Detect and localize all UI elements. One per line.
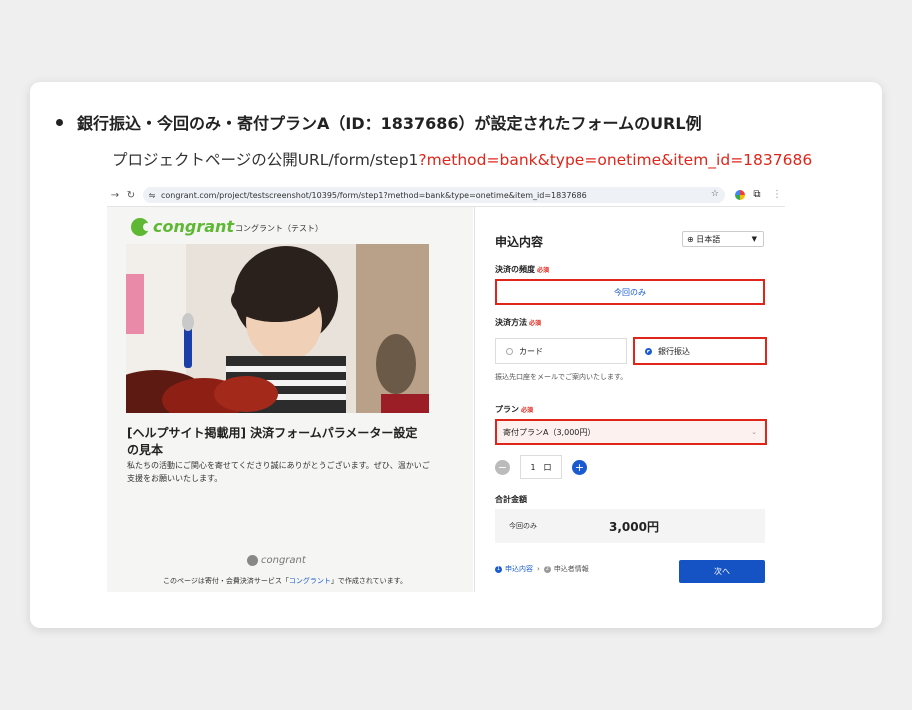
congrant-logo-icon <box>131 217 151 236</box>
plus-button[interactable]: + <box>572 459 587 475</box>
chevron-down-icon: ▼ <box>751 235 757 243</box>
address-bar[interactable]: ⇋ congrant.com/project/testscreenshot/10… <box>143 187 725 203</box>
page-description: 私たちの活動にご関心を寄せてくださり誠にありがとうございます。ぜひ、温かいご支援… <box>127 461 430 483</box>
menu-icon[interactable]: ⋮ <box>769 187 785 203</box>
chevron-down-icon: ⌄ <box>751 428 757 436</box>
method-option-bank[interactable]: 銀行振込 <box>633 337 767 365</box>
page-title: [ヘルプサイト掲載用] 決済フォームパラメーター設定の見本 <box>127 426 418 457</box>
congrant-link[interactable]: コングラント <box>289 577 331 585</box>
total-value: 3,000円 <box>609 519 659 534</box>
bookmark-star-icon[interactable]: ☆ <box>711 189 719 199</box>
step2-icon: 2 <box>543 565 551 573</box>
plan-label: プラン 必須 <box>495 405 534 414</box>
browser-toolbar: → ↻ ⇋ congrant.com/project/testscreensho… <box>107 184 785 207</box>
next-button[interactable]: 次へ <box>679 560 765 583</box>
child-eating-image <box>126 244 429 413</box>
heading-text: 銀行振込・今回のみ・寄付プランA（ID：1837686）が設定されたフォームのU… <box>77 114 702 133</box>
back-icon[interactable]: → <box>107 190 123 201</box>
total-label: 合計金額 <box>495 495 527 504</box>
congrant-logo: congrant <box>131 217 234 236</box>
puzzle-icon[interactable]: ⧉ <box>749 187 765 203</box>
minus-button[interactable]: − <box>495 459 510 475</box>
url-example: プロジェクトページの公開URL/form/step1?method=bank&t… <box>112 148 872 170</box>
step-indicator: 1 申込内容 › 2 申込者情報 <box>495 565 589 573</box>
chevron-right-icon: › <box>537 565 540 573</box>
frequency-option-onetime[interactable]: 今回のみ <box>495 279 765 305</box>
total-summary: 今回のみ 3,000円 <box>495 509 765 543</box>
radio-checked-icon <box>645 347 652 355</box>
extension-icon[interactable] <box>735 190 745 200</box>
application-form: 申込内容 ⊕ 日本語 ▼ 決済の頻度 必須 今回のみ 決済方法 必須 カード 銀行振… <box>474 207 785 592</box>
method-label: 決済方法 必須 <box>495 318 542 327</box>
embedded-screenshot: → ↻ ⇋ congrant.com/project/testscreensho… <box>107 184 785 592</box>
total-row-label: 今回のみ <box>509 522 537 530</box>
footer-logo: congrant <box>247 555 306 566</box>
bullet-icon <box>56 118 63 126</box>
radio-unchecked-icon <box>506 347 513 355</box>
globe-icon: ⊕ <box>687 234 697 244</box>
reload-icon[interactable]: ↻ <box>123 190 139 201</box>
plan-select[interactable]: 寄付プランA（3,000円） ⌄ <box>495 419 767 445</box>
step1-icon: 1 <box>495 565 502 573</box>
form-title: 申込内容 <box>495 235 544 249</box>
project-photo <box>126 244 429 413</box>
quantity-stepper: − 1 口 + <box>495 455 595 479</box>
url-prefix: プロジェクトページの公開URL/form/step1 <box>112 151 419 169</box>
method-hint: 振込先口座をメールでご案内いたします。 <box>495 373 628 381</box>
method-option-card[interactable]: カード <box>495 338 627 364</box>
footer-note: このページは寄付・会費決済サービス「コングラント」で作成されています。 <box>163 577 407 585</box>
url-query: ?method=bank&type=onetime&item_id=183768… <box>418 151 813 169</box>
project-panel: congrant コングラント（テスト） [ヘルプサイト掲載用] 決済フォームパ… <box>107 207 473 592</box>
frequency-label: 決済の頻度 必須 <box>495 265 550 274</box>
congrant-footer-icon <box>247 555 258 566</box>
heading: 銀行振込・今回のみ・寄付プランA（ID：1837686）が設定されたフォームのU… <box>56 110 876 134</box>
language-select[interactable]: ⊕ 日本語 ▼ <box>682 231 764 247</box>
org-name: コングラント（テスト） <box>235 224 323 233</box>
address-text: congrant.com/project/testscreenshot/1039… <box>161 190 587 200</box>
quantity-field[interactable]: 1 口 <box>520 455 562 479</box>
site-settings-icon[interactable]: ⇋ <box>143 191 161 200</box>
